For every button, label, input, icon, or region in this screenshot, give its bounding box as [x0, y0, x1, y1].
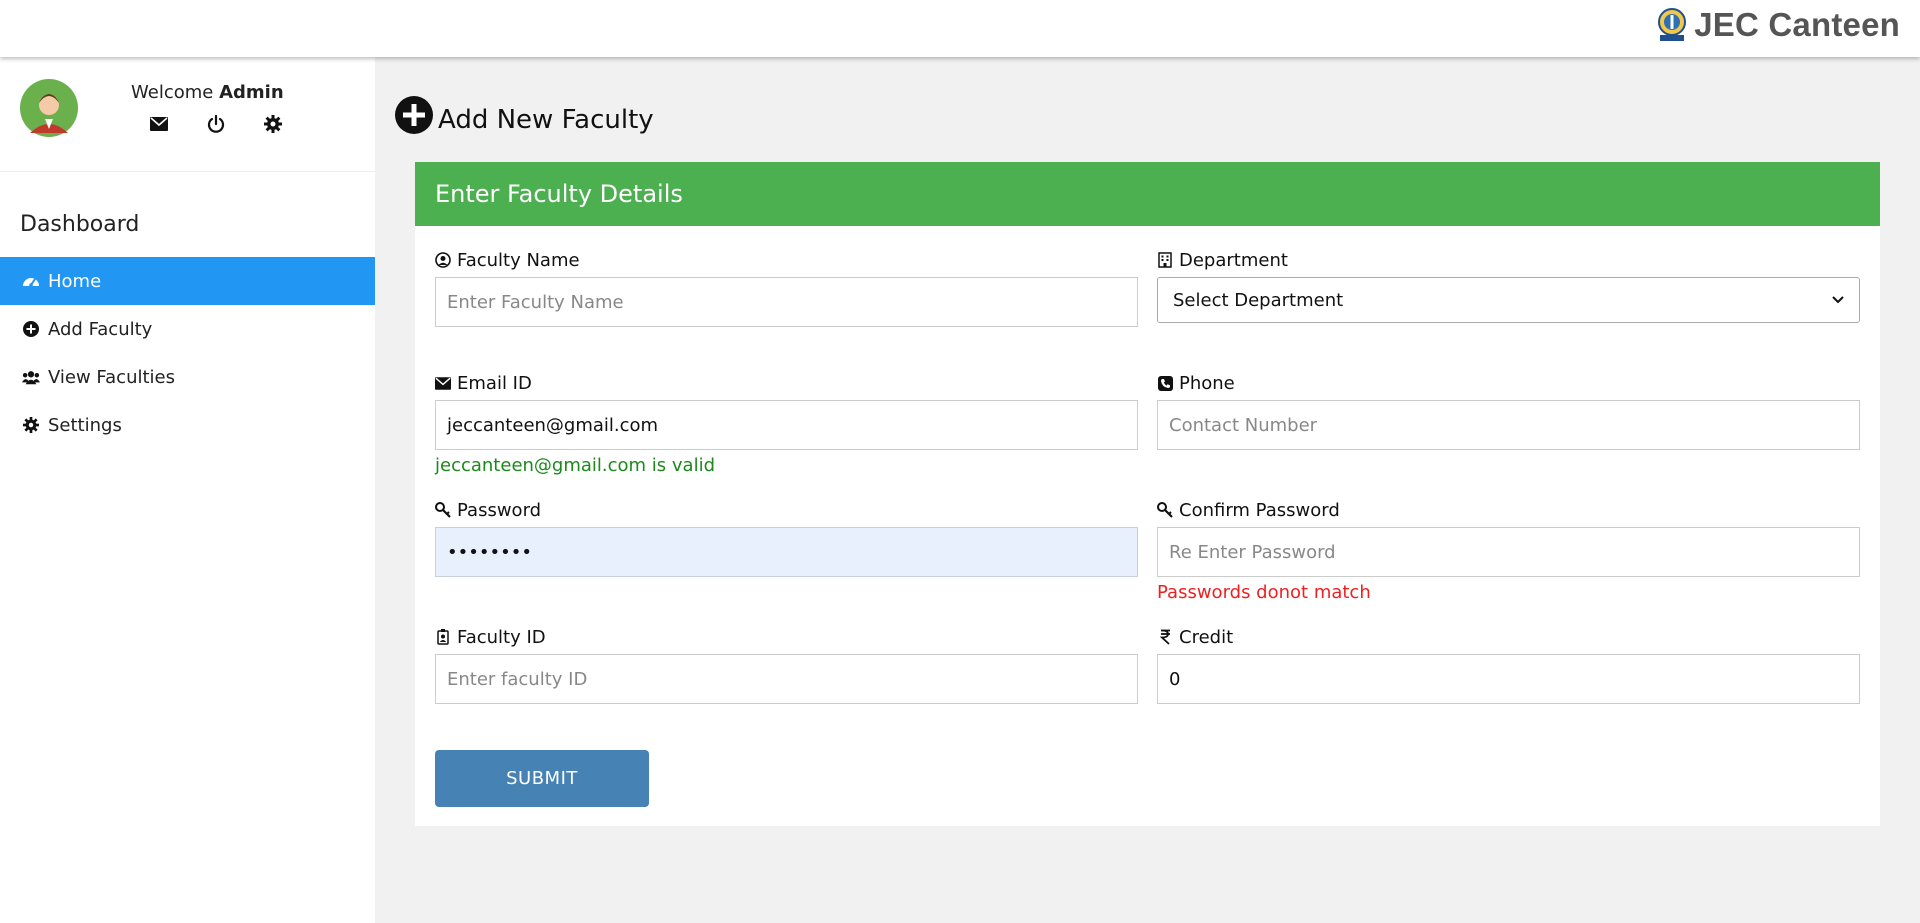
faculty-name-field: Faculty Name Enter Faculty Name	[435, 248, 1138, 327]
phone-label: Phone	[1157, 371, 1860, 395]
profile-panel: Welcome Admin	[0, 57, 375, 172]
faculty-id-input[interactable]: Enter faculty ID	[435, 654, 1138, 704]
faculty-id-field: Faculty ID Enter faculty ID	[435, 625, 1138, 704]
department-label: Department	[1157, 248, 1860, 272]
sidebar-item-view-faculties[interactable]: View Faculties	[0, 353, 375, 401]
submit-button[interactable]: SUBMIT	[435, 750, 649, 807]
department-selected-value: Select Department	[1173, 289, 1344, 311]
gear-icon[interactable]	[262, 113, 284, 135]
email-field: Email ID jeccanteen@gmail.com jeccanteen…	[435, 371, 1138, 476]
department-label-text: Department	[1179, 249, 1288, 271]
page-title: Add New Faculty	[394, 95, 654, 135]
confirm-password-input[interactable]: Re Enter Password	[1157, 527, 1860, 577]
sidebar-item-label: Settings	[48, 414, 122, 436]
password-label: Password	[435, 498, 1138, 522]
phone-label-text: Phone	[1179, 372, 1235, 394]
users-icon	[22, 368, 40, 386]
brand[interactable]: JEC Canteen	[1656, 6, 1900, 44]
confirm-password-field: Confirm Password Re Enter Password Passw…	[1157, 498, 1860, 603]
credit-input[interactable]: 0	[1157, 654, 1860, 704]
phone-field: Phone Contact Number	[1157, 371, 1860, 450]
sidebar-item-label: Add Faculty	[48, 318, 153, 340]
phone-icon	[1157, 375, 1173, 391]
phone-input[interactable]: Contact Number	[1157, 400, 1860, 450]
gear-icon	[22, 416, 40, 434]
faculty-name-input[interactable]: Enter Faculty Name	[435, 277, 1138, 327]
brand-title: JEC Canteen	[1694, 6, 1900, 43]
department-select[interactable]: Select Department	[1157, 277, 1860, 323]
email-label: Email ID	[435, 371, 1138, 395]
sidebar-item-settings[interactable]: Settings	[0, 401, 375, 449]
password-field: Password ••••••••	[435, 498, 1138, 577]
top-bar: JEC Canteen	[0, 0, 1920, 57]
dashboard-title: Dashboard	[20, 212, 140, 237]
welcome-prefix: Welcome	[131, 82, 214, 103]
credit-field: Credit 0	[1157, 625, 1860, 704]
password-mismatch-message: Passwords donot match	[1157, 582, 1371, 603]
welcome-text: Welcome Admin	[131, 82, 284, 103]
envelope-icon[interactable]	[148, 113, 170, 135]
chevron-down-icon	[1832, 296, 1844, 304]
sidebar-item-add-faculty[interactable]: Add Faculty	[0, 305, 375, 353]
department-field: Department Select Department	[1157, 248, 1860, 323]
faculty-name-label-text: Faculty Name	[457, 249, 580, 271]
key-icon	[1157, 502, 1173, 518]
user-name: Admin	[219, 82, 284, 103]
sidebar-item-label: View Faculties	[48, 366, 175, 388]
email-label-text: Email ID	[457, 372, 532, 394]
sidebar: Welcome Admin Dashboard Home Add Faculty…	[0, 57, 375, 923]
jec-logo-icon	[1658, 8, 1687, 41]
credit-label: Credit	[1157, 625, 1860, 649]
avatar[interactable]	[20, 79, 78, 137]
card-header: Enter Faculty Details	[415, 162, 1880, 226]
sidebar-item-home[interactable]: Home	[0, 257, 375, 305]
sidebar-item-label: Home	[48, 270, 102, 292]
password-label-text: Password	[457, 499, 542, 521]
confirm-password-label-text: Confirm Password	[1179, 499, 1340, 521]
id-badge-icon	[435, 629, 451, 645]
faculty-id-label: Faculty ID	[435, 625, 1138, 649]
building-icon	[1157, 252, 1173, 268]
rupee-icon	[1157, 629, 1173, 645]
page-title-text: Add New Faculty	[438, 105, 654, 135]
power-icon[interactable]	[205, 113, 227, 135]
credit-label-text: Credit	[1179, 626, 1234, 648]
plus-circle-icon	[395, 96, 433, 134]
dashboard-icon	[22, 272, 40, 290]
key-icon	[435, 502, 451, 518]
faculty-id-label-text: Faculty ID	[457, 626, 546, 648]
envelope-icon	[435, 375, 451, 391]
password-input[interactable]: ••••••••	[435, 527, 1138, 577]
plus-circle-icon	[22, 320, 40, 338]
email-valid-message: jeccanteen@gmail.com is valid	[435, 455, 716, 476]
email-input[interactable]: jeccanteen@gmail.com	[435, 400, 1138, 450]
faculty-name-label: Faculty Name	[435, 248, 1138, 272]
profile-actions	[148, 113, 284, 135]
confirm-password-label: Confirm Password	[1157, 498, 1860, 522]
faculty-form-card: Enter Faculty Details Faculty Name Enter…	[415, 162, 1880, 826]
user-circle-icon	[435, 252, 451, 268]
sidebar-nav: Home Add Faculty View Faculties Settings	[0, 257, 375, 449]
